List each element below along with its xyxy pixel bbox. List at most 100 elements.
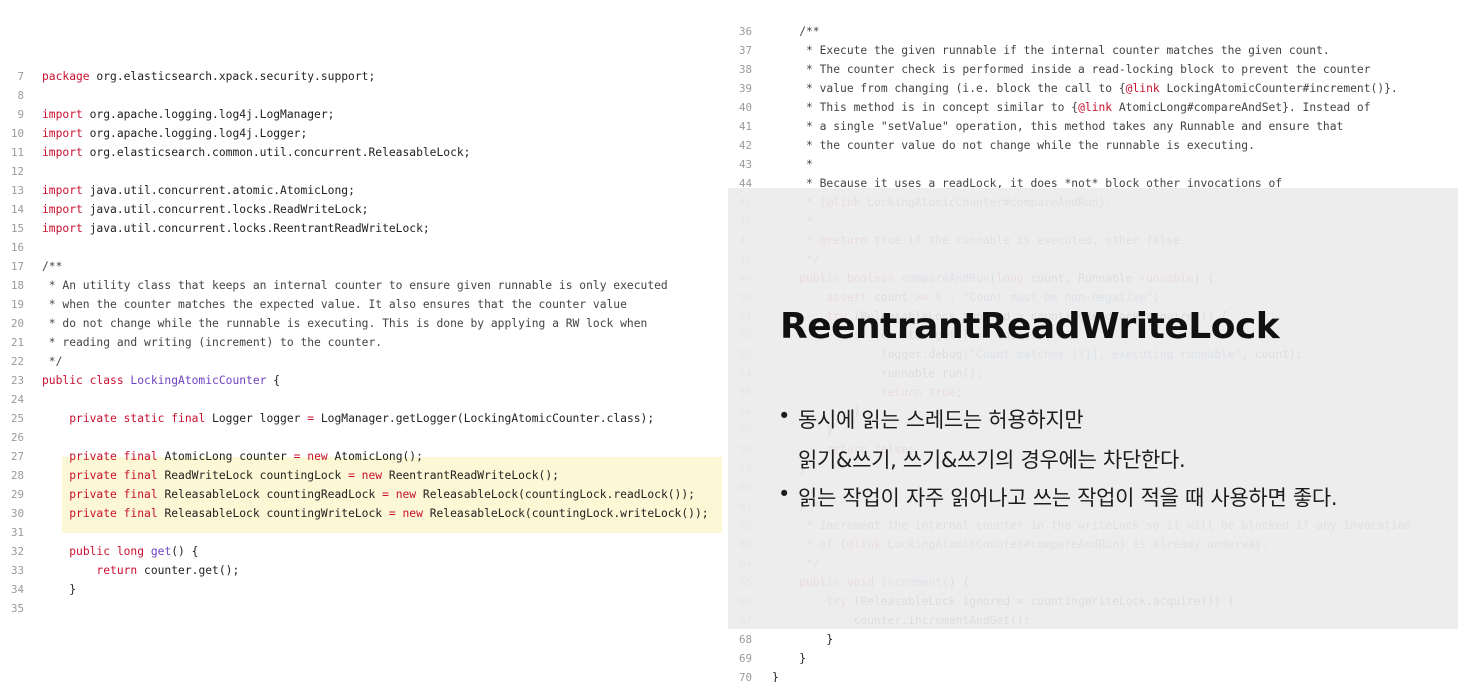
code-text: /** — [772, 22, 819, 41]
code-text: public class LockingAtomicCounter { — [42, 371, 280, 390]
code-token: import — [42, 184, 83, 197]
code-text: */ — [42, 352, 63, 371]
code-token: = new — [293, 450, 335, 463]
code-text: import java.util.concurrent.atomic.Atomi… — [42, 181, 355, 200]
line-number: 13 — [10, 184, 24, 197]
left-code-pane: 7 package org.elasticsearch.xpack.securit… — [0, 0, 728, 682]
code-text: import java.util.concurrent.locks.ReadWr… — [42, 200, 368, 219]
code-text: * value from changing (i.e. block the ca… — [772, 79, 1398, 98]
code-token: * The counter check is performed inside … — [772, 63, 1371, 76]
line-number: 19 — [10, 298, 24, 311]
bullet-dot-icon: • — [778, 404, 791, 428]
line-number: 27 — [10, 450, 24, 463]
code-token: @link — [1125, 82, 1160, 95]
line-number: 36 — [738, 25, 752, 38]
code-token: * value from changing (i.e. block the ca… — [772, 82, 1126, 95]
code-text: return counter.get(); — [42, 561, 239, 580]
code-token: org.elasticsearch.common.util.concurrent… — [82, 146, 471, 159]
code-token: LockingAtomicCounter — [130, 374, 267, 387]
code-text: /** — [42, 257, 62, 276]
code-text: * An utility class that keeps an interna… — [42, 276, 668, 295]
code-token: org.apache.logging.log4j.Logger; — [82, 127, 308, 140]
code-text: private final ReleasableLock countingWri… — [42, 504, 708, 523]
line-number: 26 — [10, 431, 24, 444]
code-token: } — [772, 652, 807, 665]
code-token: AtomicLong(); — [334, 450, 423, 463]
code-text: } — [772, 649, 806, 668]
line-number: 68 — [738, 633, 752, 646]
code-token: * — [772, 158, 813, 171]
code-token: public long — [69, 545, 151, 558]
code-token: /** — [42, 260, 63, 273]
code-token: ReentrantReadWriteLock(); — [388, 469, 559, 482]
code-token: return — [96, 564, 145, 577]
code-token: java.util.concurrent.atomic.AtomicLong; — [82, 184, 355, 197]
code-token: LogManager.getLogger(LockingAtomicCounte… — [314, 412, 655, 425]
line-number: 69 — [738, 652, 752, 665]
line-number: 37 — [738, 44, 752, 57]
code-token: * This method is in concept similar to { — [772, 101, 1079, 114]
code-token: * when the counter matches the expected … — [42, 298, 627, 311]
code-text: * This method is in concept similar to {… — [772, 98, 1371, 117]
code-token: = new — [388, 507, 430, 520]
line-number: 29 — [10, 488, 24, 501]
line-number: 17 — [10, 260, 24, 273]
code-token: * reading and writing (increment) to the… — [42, 336, 383, 349]
line-number: 16 — [10, 241, 24, 254]
line-number: 14 — [10, 203, 24, 216]
line-number: 7 — [17, 70, 24, 83]
code-text: } — [772, 630, 833, 649]
code-text: private static final Logger logger = Log… — [42, 409, 654, 428]
line-number: 30 — [10, 507, 24, 520]
line-number: 10 — [10, 127, 24, 140]
code-token: @link — [1078, 101, 1113, 114]
code-token: private final — [69, 450, 165, 463]
code-token: } — [772, 633, 834, 646]
code-token: */ — [42, 355, 63, 368]
code-text: * — [772, 155, 813, 174]
line-number: 9 — [17, 108, 24, 121]
line-number: 23 — [10, 374, 24, 387]
line-number: 34 — [10, 583, 24, 596]
code-token: * the counter value do not change while … — [772, 139, 1255, 152]
code-token: ReadWriteLock countingLock — [164, 469, 349, 482]
line-number: 40 — [738, 101, 752, 114]
code-token: public class — [42, 374, 131, 387]
bullet-text: 동시에 읽는 스레드는 허용하지만 — [798, 408, 1084, 432]
line-number: 24 — [10, 393, 24, 406]
code-text: import org.elasticsearch.common.util.con… — [42, 143, 471, 162]
code-token: ReleasableLock countingWriteLock — [164, 507, 389, 520]
bullet-text: 읽기&쓰기, 쓰기&쓰기의 경우에는 차단한다. — [798, 448, 1186, 472]
code-token: import — [42, 108, 83, 121]
slide-overlay: ReentrantReadWriteLock • 동시에 읽는 스레드는 허용하… — [728, 188, 1458, 629]
code-token: import — [42, 222, 83, 235]
code-text: import java.util.concurrent.locks.Reentr… — [42, 219, 430, 238]
code-text: private final AtomicLong counter = new A… — [42, 447, 423, 466]
line-number: 25 — [10, 412, 24, 425]
line-number: 22 — [10, 355, 24, 368]
code-text: * Execute the given runnable if the inte… — [772, 41, 1330, 60]
code-token: } — [772, 671, 779, 682]
code-text: } — [772, 668, 779, 682]
code-token: import — [42, 146, 83, 159]
line-number: 20 — [10, 317, 24, 330]
code-text: * do not change while the runnable is ex… — [42, 314, 648, 333]
code-token: Logger logger — [212, 412, 308, 425]
line-number: 42 — [738, 139, 752, 152]
code-token: * a single "setValue" operation, this me… — [772, 120, 1344, 133]
code-token: import — [42, 203, 83, 216]
line-number: 31 — [10, 526, 24, 539]
code-token: private final — [69, 469, 165, 482]
line-number: 32 — [10, 545, 24, 558]
code-token: () { — [171, 545, 199, 558]
code-token: counter.get(); — [144, 564, 240, 577]
code-text: * a single "setValue" operation, this me… — [772, 117, 1343, 136]
line-number: 11 — [10, 146, 24, 159]
code-text: * when the counter matches the expected … — [42, 295, 627, 314]
code-token: { — [266, 374, 281, 387]
code-token: = new — [382, 488, 423, 501]
